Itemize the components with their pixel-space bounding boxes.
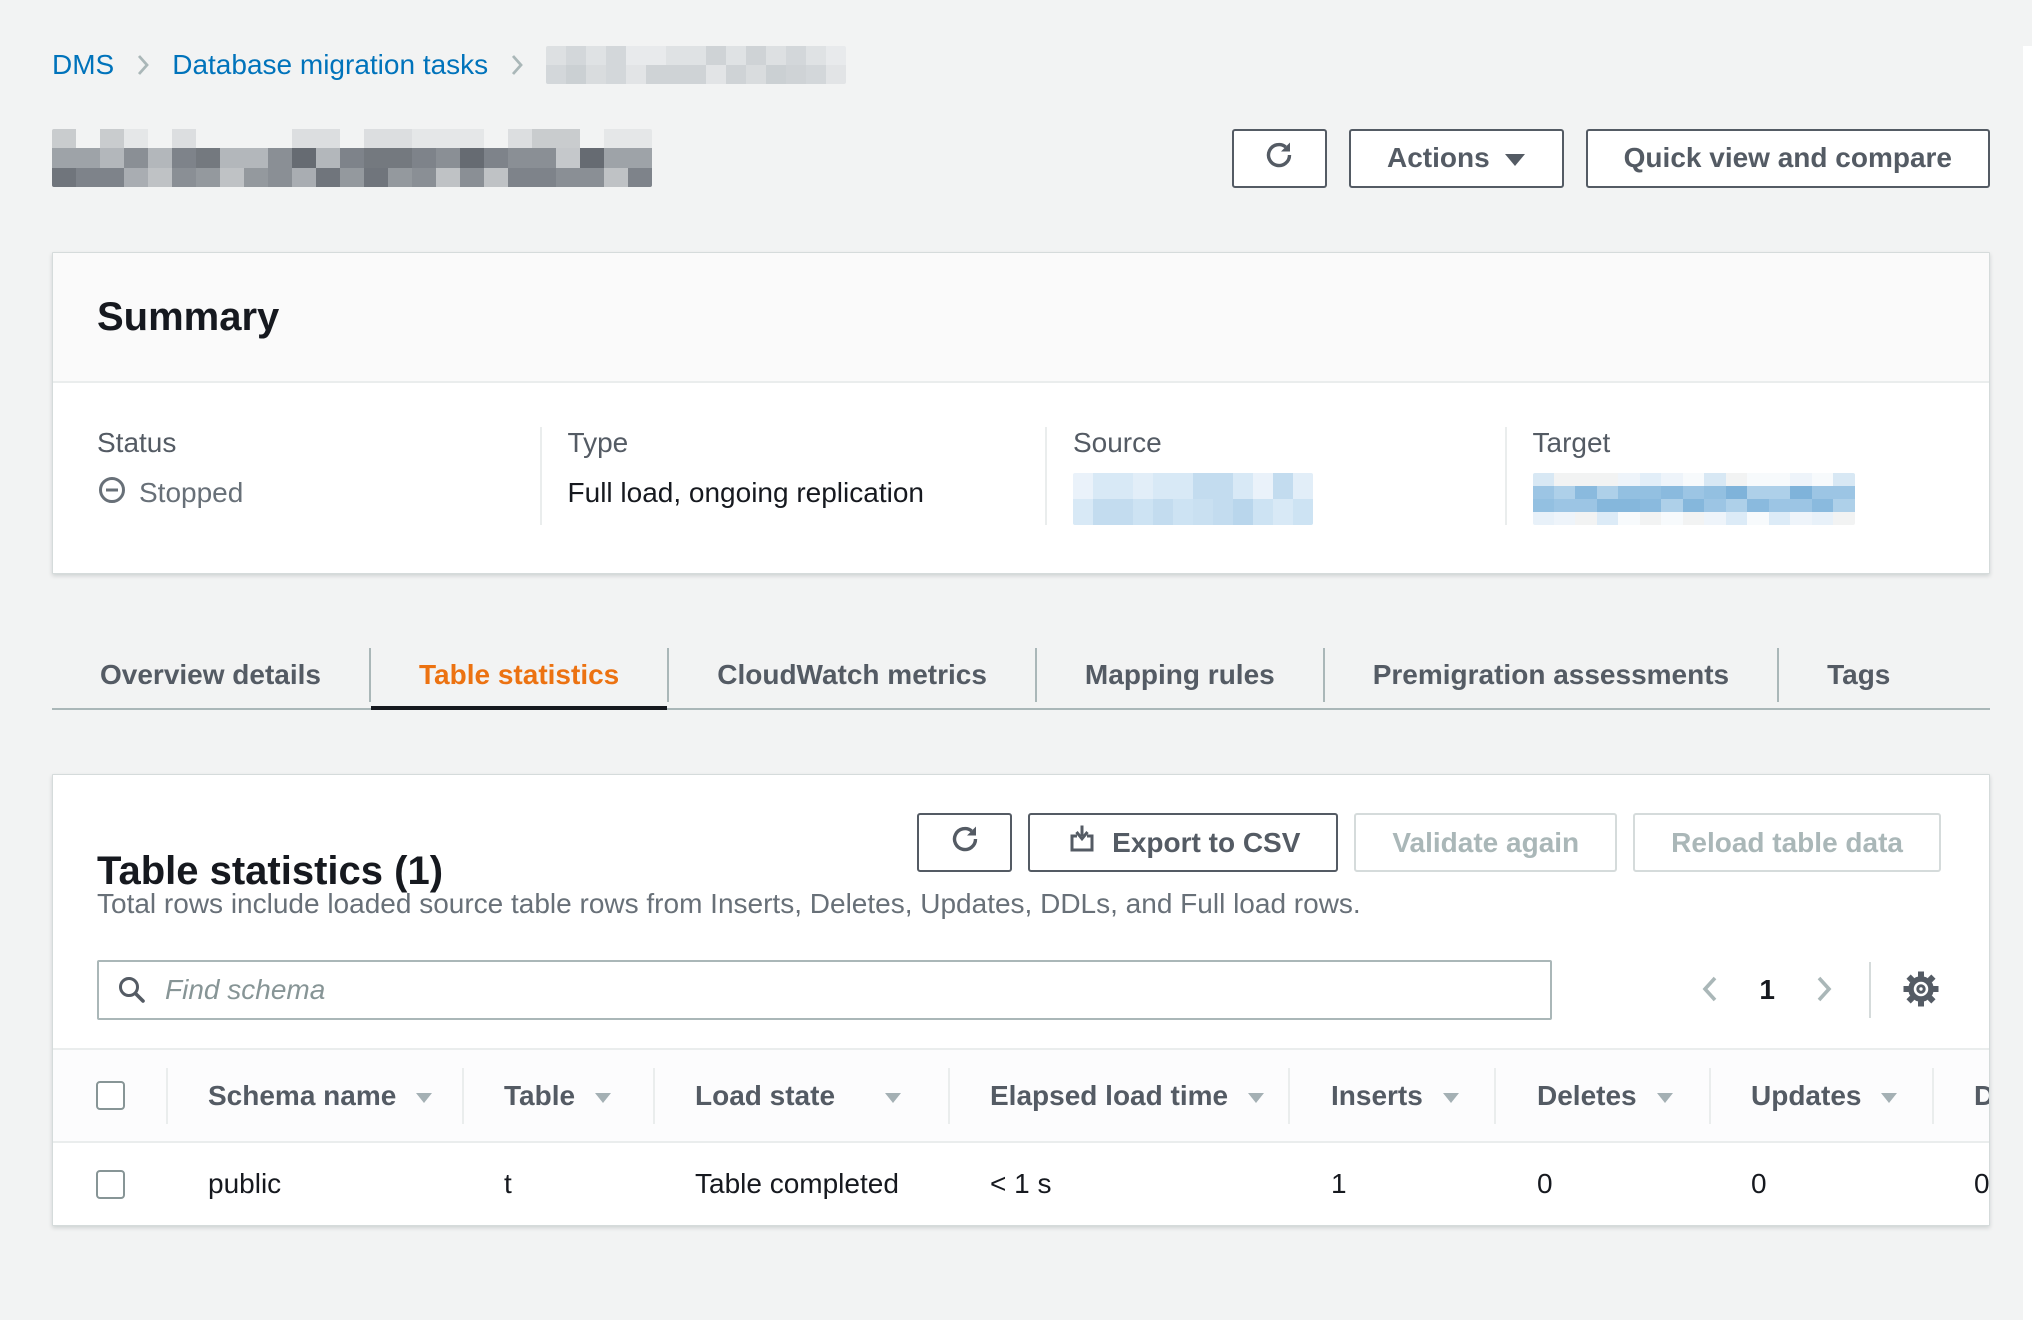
- summary-field-source: Source: [1045, 427, 1505, 525]
- current-page-number: 1: [1759, 974, 1775, 1006]
- table-statistics-table: Schema name Table Load state Elapsed loa…: [53, 1048, 1989, 1225]
- tab-tags[interactable]: Tags: [1779, 642, 1938, 708]
- tab-cloudwatch-metrics[interactable]: CloudWatch metrics: [669, 642, 1035, 708]
- chevron-left-icon: [1699, 973, 1721, 1008]
- column-header-elapsed-load-time[interactable]: Elapsed load time: [948, 1050, 1288, 1141]
- previous-page-button[interactable]: [1695, 969, 1725, 1012]
- sort-icon: [593, 1080, 613, 1112]
- export-csv-label: Export to CSV: [1112, 827, 1300, 859]
- column-header-table[interactable]: Table: [462, 1050, 653, 1141]
- summary-title: Summary: [97, 295, 1945, 340]
- table-statistics-description: Total rows include loaded source table r…: [53, 888, 1989, 920]
- summary-card-header: Summary: [53, 253, 1989, 383]
- cell-elapsed-load-time: < 1 s: [948, 1143, 1288, 1225]
- refresh-icon: [949, 823, 981, 862]
- actions-button-label: Actions: [1387, 142, 1490, 174]
- row-checkbox[interactable]: [96, 1170, 125, 1199]
- column-header-inserts[interactable]: Inserts: [1288, 1050, 1494, 1141]
- type-value: Full load, ongoing replication: [568, 473, 1045, 513]
- table-statistics-card: Table statistics (1) Export to CSV Valid…: [52, 774, 1990, 1226]
- summary-field-type: Type Full load, ongoing replication: [540, 427, 1045, 525]
- column-header-load-state[interactable]: Load state: [653, 1050, 948, 1141]
- validate-again-label: Validate again: [1392, 827, 1579, 859]
- summary-field-target: Target: [1505, 427, 1990, 525]
- status-text: Stopped: [139, 477, 243, 509]
- table-settings-button[interactable]: [1901, 969, 1941, 1012]
- summary-card: Summary Status Stopped Type Full load, o…: [52, 252, 1990, 574]
- type-label: Type: [568, 427, 1045, 459]
- pager-divider: [1869, 962, 1871, 1018]
- table-header-row: Schema name Table Load state Elapsed loa…: [53, 1048, 1989, 1143]
- reload-table-data-label: Reload table data: [1671, 827, 1903, 859]
- select-all-checkbox[interactable]: [96, 1081, 125, 1110]
- chevron-right-icon: [136, 53, 150, 77]
- summary-field-status: Status Stopped: [53, 427, 540, 525]
- table-toolbar: 1: [53, 960, 1989, 1020]
- refresh-icon: [1263, 139, 1295, 178]
- refresh-button[interactable]: [1232, 129, 1327, 188]
- cell-schema-name: public: [166, 1143, 462, 1225]
- sort-icon: [1655, 1080, 1675, 1112]
- chevron-right-icon: [510, 53, 524, 77]
- target-label: Target: [1533, 427, 1990, 459]
- page-header: Actions Quick view and compare: [52, 128, 1990, 188]
- find-schema-input[interactable]: [97, 960, 1552, 1020]
- status-label: Status: [97, 427, 540, 459]
- download-icon: [1066, 823, 1098, 862]
- quick-view-compare-button[interactable]: Quick view and compare: [1586, 129, 1990, 188]
- sort-icon: [1441, 1080, 1461, 1112]
- sort-icon: [414, 1080, 434, 1112]
- page-title-redacted: [52, 129, 652, 187]
- sort-icon: [1246, 1080, 1266, 1112]
- export-csv-button[interactable]: Export to CSV: [1028, 813, 1338, 872]
- breadcrumb-task-name-redacted: [546, 46, 846, 84]
- source-value-redacted[interactable]: [1073, 473, 1313, 525]
- column-header-schema-name[interactable]: Schema name: [166, 1050, 462, 1141]
- target-value-redacted[interactable]: [1533, 473, 1855, 525]
- caret-down-icon: [1504, 142, 1526, 174]
- refresh-table-button[interactable]: [917, 813, 1012, 872]
- column-header-deletes[interactable]: Deletes: [1494, 1050, 1709, 1141]
- cell-deletes: 0: [1494, 1143, 1709, 1225]
- actions-button[interactable]: Actions: [1349, 129, 1564, 188]
- status-value: Stopped: [97, 473, 540, 513]
- scrollbar-track[interactable]: [2023, 46, 2032, 1320]
- tab-mapping-rules[interactable]: Mapping rules: [1037, 642, 1323, 708]
- quick-view-compare-label: Quick view and compare: [1624, 142, 1952, 174]
- cell-updates: 0: [1709, 1143, 1932, 1225]
- source-label: Source: [1073, 427, 1505, 459]
- tab-premigration-assessments[interactable]: Premigration assessments: [1325, 642, 1777, 708]
- table-row[interactable]: public t Table completed < 1 s 1 0 0 0: [53, 1143, 1989, 1225]
- table-statistics-header: Table statistics (1) Export to CSV Valid…: [53, 775, 1989, 872]
- breadcrumb-link-tasks[interactable]: Database migration tasks: [172, 49, 488, 81]
- gear-icon: [1901, 969, 1941, 1012]
- sort-icon: [1879, 1080, 1899, 1112]
- next-page-button[interactable]: [1809, 969, 1839, 1012]
- breadcrumb: DMS Database migration tasks: [52, 46, 1990, 84]
- task-tabs: Overview details Table statistics CloudW…: [52, 642, 1990, 710]
- cell-load-state: Table completed: [653, 1143, 948, 1225]
- sort-icon: [883, 1080, 903, 1112]
- pagination: 1: [1695, 962, 1941, 1018]
- chevron-right-icon: [1813, 973, 1835, 1008]
- search-icon: [115, 973, 149, 1014]
- validate-again-button[interactable]: Validate again: [1354, 813, 1617, 872]
- tab-overview-details[interactable]: Overview details: [52, 642, 369, 708]
- summary-body: Status Stopped Type Full load, ongoing r…: [53, 383, 1989, 573]
- cell-table: t: [462, 1143, 653, 1225]
- breadcrumb-link-dms[interactable]: DMS: [52, 49, 114, 81]
- stopped-status-icon: [97, 475, 127, 512]
- column-header-ddls[interactable]: DDLs: [1932, 1050, 1990, 1141]
- cell-inserts: 1: [1288, 1143, 1494, 1225]
- tab-table-statistics[interactable]: Table statistics: [371, 642, 667, 708]
- reload-table-data-button[interactable]: Reload table data: [1633, 813, 1941, 872]
- column-header-updates[interactable]: Updates: [1709, 1050, 1932, 1141]
- cell-ddls: 0: [1932, 1143, 1990, 1225]
